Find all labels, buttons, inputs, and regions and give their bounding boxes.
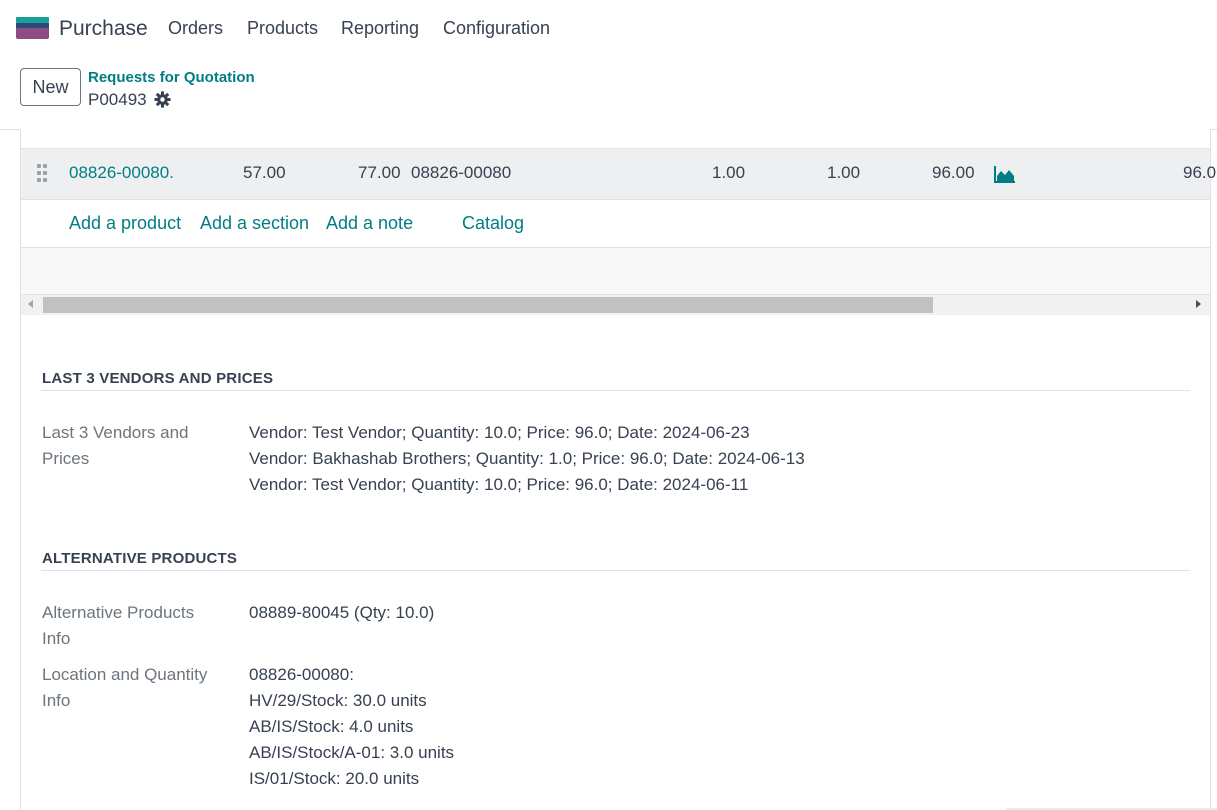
- gear-icon[interactable]: [154, 91, 171, 108]
- new-button[interactable]: New: [20, 68, 81, 106]
- vendors-field-value: Vendor: Test Vendor; Quantity: 10.0; Pri…: [249, 420, 805, 498]
- form-sheet: 08826-00080. 57.00 77.00 08826-00080 1.0…: [20, 129, 1216, 810]
- location-line: AB/IS/Stock/A-01: 3.0 units: [249, 743, 455, 762]
- location-quantity-value: 08826-00080: HV/29/Stock: 30.0 units AB/…: [249, 662, 454, 792]
- scrollbar-thumb[interactable]: [43, 297, 933, 313]
- line-quantity[interactable]: 1.00: [712, 163, 745, 183]
- vendor-line: Vendor: Test Vendor; Quantity: 10.0; Pri…: [249, 475, 749, 494]
- section-divider: [41, 390, 1190, 391]
- vendors-field-label: Last 3 Vendors and Prices: [42, 423, 189, 468]
- app-name[interactable]: Purchase: [59, 17, 148, 41]
- location-quantity-label: Location and Quantity Info: [42, 665, 208, 710]
- alternative-products-label: Alternative Products Info: [42, 603, 195, 648]
- control-panel: New Requests for Quotation P00493: [0, 58, 1217, 130]
- add-product-link[interactable]: Add a product: [69, 213, 181, 234]
- line-value-a[interactable]: 57.00: [243, 163, 286, 183]
- menu-products[interactable]: Products: [247, 18, 318, 39]
- location-line: AB/IS/Stock: 4.0 units: [249, 717, 414, 736]
- menu-configuration[interactable]: Configuration: [443, 18, 550, 39]
- top-navbar: Purchase Orders Products Reporting Confi…: [0, 0, 1217, 58]
- order-line-row[interactable]: 08826-00080. 57.00 77.00 08826-00080 1.0…: [21, 148, 1216, 200]
- section-divider: [41, 570, 1190, 571]
- menu-orders[interactable]: Orders: [168, 18, 223, 39]
- drag-handle-icon[interactable]: [37, 164, 49, 182]
- breadcrumb-rfq-link[interactable]: Requests for Quotation: [88, 69, 255, 86]
- add-note-link[interactable]: Add a note: [326, 213, 413, 234]
- location-line: IS/01/Stock: 20.0 units: [249, 769, 420, 788]
- line-description[interactable]: 08826-00080: [411, 163, 511, 183]
- vendor-line: Vendor: Test Vendor; Quantity: 10.0; Pri…: [249, 423, 750, 442]
- alternative-products-value: 08889-80045 (Qty: 10.0): [249, 603, 435, 622]
- location-line: HV/29/Stock: 30.0 units: [249, 691, 427, 710]
- scroll-right-arrow-icon[interactable]: [1196, 300, 1201, 308]
- horizontal-scrollbar[interactable]: [21, 295, 1210, 315]
- alternatives-section-title: ALTERNATIVE PRODUCTS: [42, 550, 238, 567]
- area-chart-icon[interactable]: [994, 165, 1016, 183]
- location-line: 08826-00080:: [249, 665, 354, 684]
- menu-reporting[interactable]: Reporting: [341, 18, 419, 39]
- add-line-row: Add a product Add a section Add a note C…: [21, 199, 1210, 248]
- line-subtotal[interactable]: 96.0: [1183, 163, 1216, 183]
- line-quantity-received[interactable]: 1.00: [827, 163, 860, 183]
- add-section-link[interactable]: Add a section: [200, 213, 309, 234]
- purchase-app-logo[interactable]: [16, 17, 49, 39]
- line-unit-price[interactable]: 96.00: [932, 163, 975, 183]
- vendors-section-title: LAST 3 VENDORS AND PRICES: [42, 370, 274, 387]
- breadcrumb-current-record: P00493: [88, 90, 147, 109]
- line-product-link[interactable]: 08826-00080.: [69, 163, 174, 183]
- catalog-link[interactable]: Catalog: [462, 213, 524, 234]
- vendor-line: Vendor: Bakhashab Brothers; Quantity: 1.…: [249, 449, 805, 468]
- scroll-left-arrow-icon[interactable]: [28, 300, 33, 308]
- empty-list-row: [21, 248, 1210, 295]
- line-value-b[interactable]: 77.00: [358, 163, 401, 183]
